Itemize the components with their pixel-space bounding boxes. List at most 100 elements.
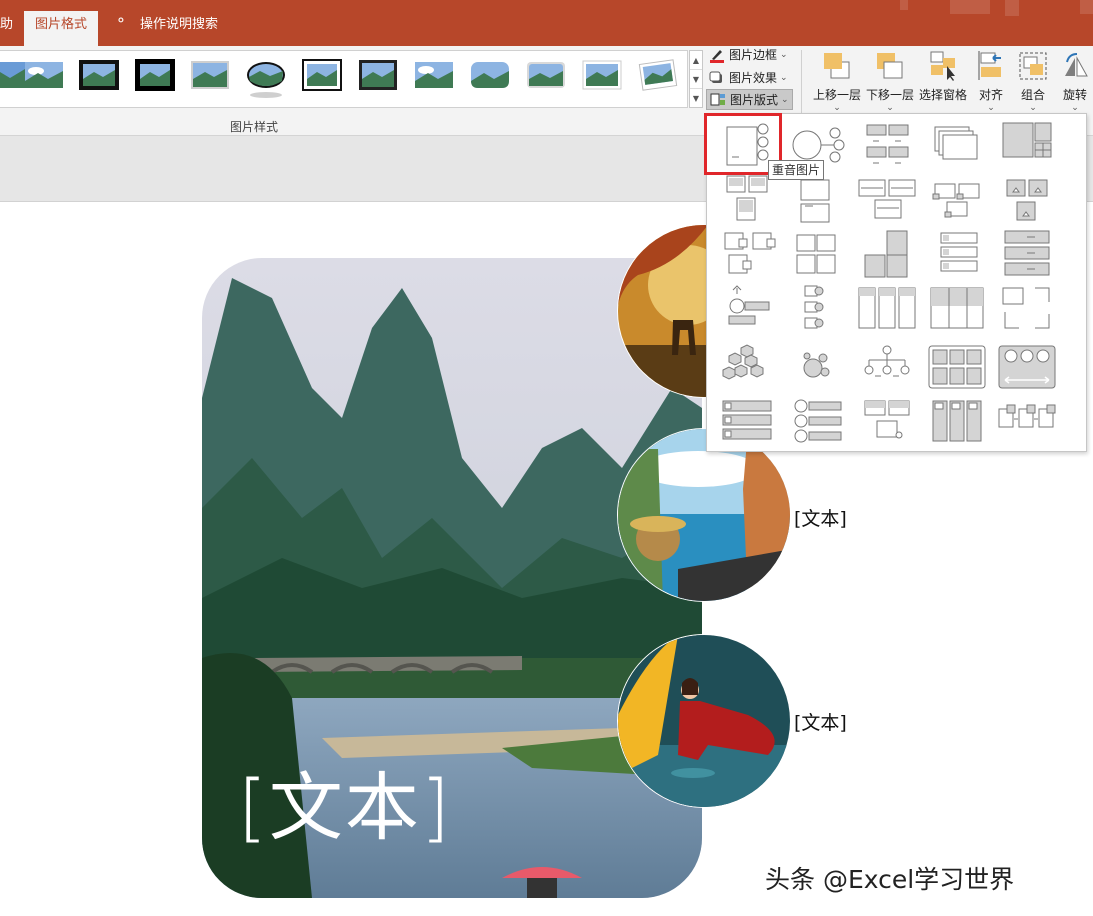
gallery-scroll-down[interactable]: ▼ (690, 70, 702, 89)
layout-option-circle-list[interactable] (785, 397, 849, 447)
chevron-down-icon: ⌄ (1029, 103, 1037, 113)
main-placeholder-text[interactable]: [文本] (238, 748, 452, 855)
seaside-illustration-picture[interactable] (617, 428, 791, 602)
seaside-illustration-image (618, 429, 790, 601)
girl-illustration-image (618, 635, 790, 807)
title-decoration (900, 0, 908, 10)
picture-style-thumb[interactable] (414, 59, 454, 91)
rotate-label: 旋转 (1062, 88, 1087, 102)
picture-style-thumb[interactable] (0, 59, 26, 91)
chevron-down-icon: ⌄ (833, 103, 841, 113)
layout-option-table-list[interactable] (715, 397, 779, 447)
layout-option-picture-strips[interactable] (995, 229, 1059, 279)
gallery-scroll[interactable]: ▲ ▼ ▼ (689, 50, 703, 108)
layout-option-hexagon-cluster[interactable] (715, 342, 779, 392)
layout-option-picture-process[interactable] (995, 397, 1059, 447)
group-icon (1017, 50, 1049, 82)
layout-option-bending-picture-blocks[interactable] (925, 174, 989, 224)
chevron-down-icon: ⌄ (1071, 103, 1079, 113)
tell-me-search[interactable]: 操作说明搜索 (140, 13, 218, 32)
gallery-scroll-up[interactable]: ▲ (690, 51, 702, 70)
picture-styles-group-label: 图片样式 (230, 120, 279, 134)
send-backward-button[interactable]: 下移一层 ⌄ (865, 46, 915, 113)
picture-style-thumb[interactable] (79, 59, 119, 91)
layout-option-snapshot-grid[interactable] (995, 119, 1059, 169)
tab-picture-format[interactable]: 图片格式 (24, 11, 98, 46)
bring-forward-icon (821, 50, 853, 82)
picture-effects-icon (709, 70, 725, 86)
layout-option-horizontal-picture-list[interactable] (855, 284, 919, 334)
align-label: 对齐 (978, 88, 1003, 102)
picture-layout-label: 图片版式 (730, 93, 779, 107)
layout-option-circle-accent-cluster[interactable] (785, 342, 849, 392)
picture-style-thumb[interactable] (638, 59, 678, 91)
selection-pane-label: 选择窗格 (918, 88, 967, 102)
picture-style-thumb[interactable] (470, 59, 510, 91)
picture-style-thumb[interactable] (24, 59, 64, 91)
bring-forward-label: 上移一层 (812, 88, 861, 102)
tab-bar: 助 图片格式 ⚬ 操作说明搜索 (0, 0, 1093, 46)
side-placeholder-text[interactable]: [文本] (794, 504, 847, 531)
picture-styles-gallery (0, 50, 688, 108)
layout-option-titled-picture-accent[interactable] (715, 229, 779, 279)
tab-help-partial[interactable]: 助 (0, 13, 13, 32)
rotate-button[interactable]: 旋转 ⌄ (1056, 46, 1093, 113)
selection-pane-icon (927, 50, 959, 82)
picture-effects-label: 图片效果 (729, 71, 778, 85)
chevron-down-icon: ⌄ (886, 103, 894, 113)
group-button[interactable]: 组合 ⌄ (1014, 46, 1052, 113)
title-decoration (1005, 0, 1019, 16)
picture-border-label: 图片边框 (729, 48, 778, 62)
layout-option-continuous-picture-list[interactable] (925, 284, 989, 334)
chevron-down-icon: ⌄ (781, 94, 789, 105)
layout-option-picture-accent-process[interactable] (715, 284, 779, 334)
align-icon (975, 50, 1007, 82)
picture-effects-button[interactable]: 图片效果 ⌄ (706, 67, 791, 88)
selection-pane-button[interactable]: 选择窗格 (918, 46, 968, 103)
layout-option-vertical-picture-blocks[interactable] (925, 397, 989, 447)
picture-layout-button[interactable]: 图片版式 ⌄ (706, 89, 793, 110)
gallery-expand[interactable]: ▼ (690, 89, 702, 108)
picture-border-button[interactable]: 图片边框 ⌄ (706, 44, 791, 65)
chevron-down-icon: ⌄ (987, 103, 995, 113)
layout-option-framed-text-picture[interactable] (855, 229, 919, 279)
layout-tooltip: 重音图片 (768, 160, 825, 180)
layout-option-vertical-picture-list[interactable] (925, 229, 989, 279)
layout-option-bubble-picture-list[interactable] (995, 174, 1059, 224)
layout-option-picture-corners[interactable] (995, 284, 1059, 334)
layout-option-circle-picture-hierarchy[interactable] (785, 284, 849, 334)
layout-option-picture-grid[interactable] (715, 174, 779, 224)
picture-border-icon (709, 47, 725, 63)
picture-style-thumb[interactable] (190, 59, 230, 91)
layout-option-picture-lineup[interactable] (785, 229, 849, 279)
group-label: 组合 (1020, 88, 1045, 102)
send-backward-icon (874, 50, 906, 82)
picture-style-thumb[interactable] (135, 59, 175, 91)
side-placeholder-text[interactable]: [文本] (794, 708, 847, 735)
picture-style-thumb[interactable] (526, 59, 566, 91)
title-decoration (950, 0, 990, 14)
picture-style-thumb[interactable] (358, 59, 398, 91)
layout-option-framed-picture-trio[interactable] (925, 342, 989, 392)
picture-style-thumb[interactable] (302, 59, 342, 91)
layout-option-picture-blocks[interactable] (855, 397, 919, 447)
layout-option-title-picture-blocks[interactable] (855, 174, 919, 224)
layout-option-stacked-pictures[interactable] (925, 119, 989, 169)
picture-style-thumb[interactable] (246, 59, 286, 101)
layout-option-picture-frame[interactable] (785, 174, 849, 224)
chevron-down-icon: ⌄ (780, 72, 788, 83)
watermark: 头条 @Excel学习世界 (765, 865, 1015, 894)
girl-illustration-picture[interactable] (617, 634, 791, 808)
picture-layout-icon (710, 92, 726, 108)
layout-option-alternating-picture-circles[interactable] (995, 342, 1059, 392)
layout-option-picture-organization-chart[interactable] (855, 342, 919, 392)
rotate-icon (1059, 50, 1091, 82)
lightbulb-icon: ⚬ (115, 13, 127, 29)
align-button[interactable]: 对齐 ⌄ (972, 46, 1010, 113)
bring-forward-button[interactable]: 上移一层 ⌄ (812, 46, 862, 113)
chevron-down-icon: ⌄ (780, 49, 788, 60)
title-decoration (1080, 0, 1093, 14)
picture-style-thumb[interactable] (582, 59, 622, 91)
layout-option-picture-caption[interactable] (855, 119, 919, 169)
send-backward-label: 下移一层 (865, 88, 914, 102)
